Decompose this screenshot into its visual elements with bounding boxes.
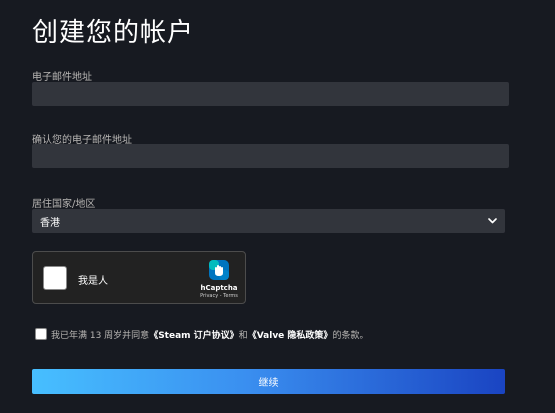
country-label: 居住国家/地区 <box>32 199 96 210</box>
hcaptcha-widget: 我是人 hCaptcha Privacy - Terms <box>32 251 246 304</box>
country-select[interactable]: 香港 <box>32 209 505 233</box>
chevron-down-icon <box>487 216 497 226</box>
subscriber-agreement-link[interactable]: 《Steam 订户协议》 <box>149 328 238 341</box>
captcha-label: 我是人 <box>78 276 108 287</box>
hcaptcha-logo-icon <box>207 258 231 282</box>
create-account-page: 创建您的帐户 电子邮件地址 确认您的电子邮件地址 居住国家/地区 香港 我是人 … <box>0 0 555 413</box>
continue-button[interactable]: 继续 <box>32 369 505 394</box>
agreement-suffix: 的条款。 <box>332 330 369 341</box>
captcha-checkbox[interactable] <box>43 266 67 290</box>
email-label: 电子邮件地址 <box>32 72 92 83</box>
agreement-row: 我已年满 13 周岁并同意 《Steam 订户协议》 和 《Valve 隐私政策… <box>35 327 368 341</box>
agreement-checkbox[interactable] <box>35 328 47 340</box>
country-selected-value: 香港 <box>40 217 60 229</box>
page-title: 创建您的帐户 <box>32 18 195 48</box>
agreement-prefix: 我已年满 13 周岁并同意 <box>51 330 150 341</box>
agreement-middle: 和 <box>238 330 248 341</box>
email-input[interactable] <box>32 82 509 106</box>
privacy-policy-link[interactable]: 《Valve 隐私政策》 <box>248 328 333 341</box>
confirm-email-input[interactable] <box>32 144 509 168</box>
captcha-links[interactable]: Privacy - Terms <box>193 293 245 299</box>
captcha-brand: hCaptcha <box>200 284 238 292</box>
